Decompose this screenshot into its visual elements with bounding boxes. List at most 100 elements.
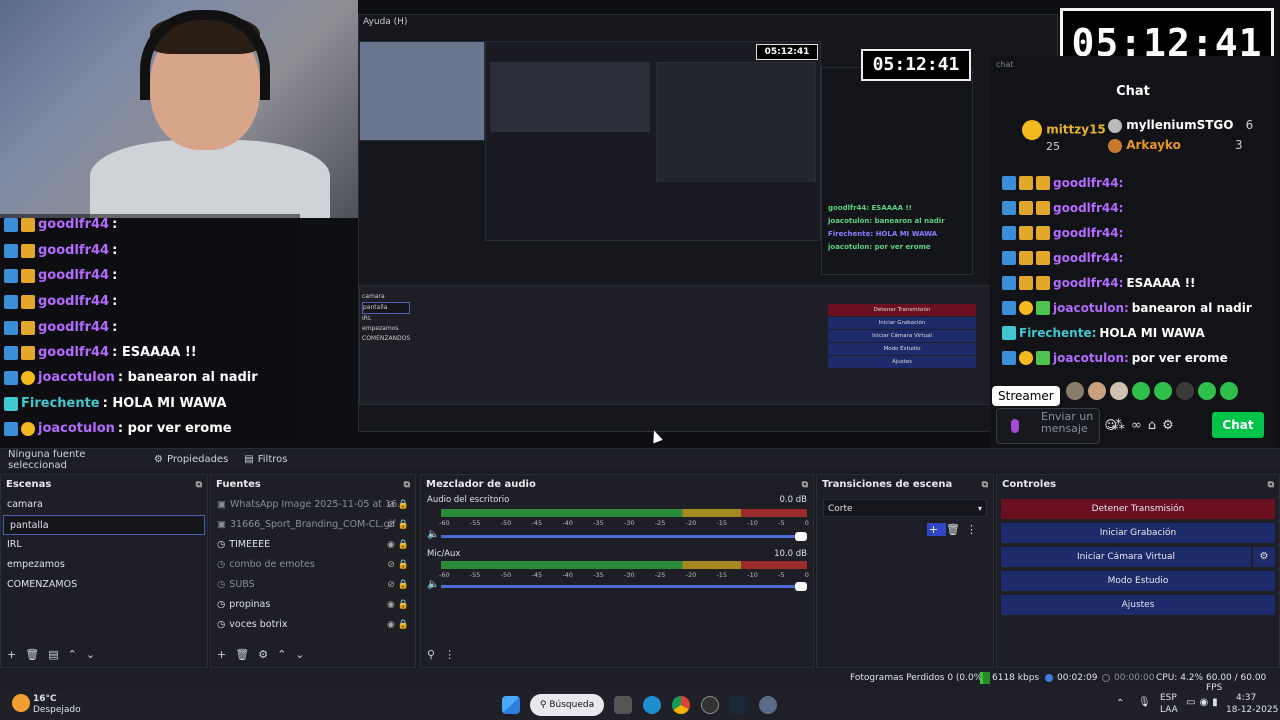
eye-icon: ◉ bbox=[387, 600, 395, 610]
add-icon: + bbox=[7, 648, 26, 661]
transition-actions[interactable]: + 🗑⋮ bbox=[926, 523, 983, 536]
chat-message: goodlfr44: bbox=[1002, 201, 1126, 215]
podium-first: mittzy15 25 bbox=[1022, 120, 1106, 153]
lock-icon: 🔒 bbox=[397, 500, 409, 510]
eye-hidden-icon: ⊘ bbox=[387, 520, 395, 530]
chat-window-label: chat bbox=[996, 60, 1014, 69]
mixer-title: Mezclador de audio ⧉ bbox=[421, 475, 813, 495]
nested-webcam bbox=[359, 41, 485, 141]
scene-item[interactable]: camara bbox=[1, 495, 207, 515]
transition-select[interactable]: Corte ▾ bbox=[823, 499, 987, 517]
filters-button[interactable]: ▤ Filtros bbox=[236, 454, 295, 465]
record-dot-icon bbox=[1102, 674, 1110, 682]
channel-db: 0.0 dB bbox=[779, 495, 807, 505]
nested-window-title: Ayuda (H) bbox=[363, 17, 408, 27]
left-chat-message: goodlfr44: bbox=[4, 294, 117, 309]
eye-hidden-icon: ⊘ bbox=[387, 580, 395, 590]
chat-message: goodlfr44: ESAAAA !! bbox=[1002, 276, 1196, 290]
status-bar: Fotogramas Perdidos 0 (0.0%) 6118 kbps 0… bbox=[0, 668, 1280, 693]
cpu-usage: CPU: 4.2% bbox=[1156, 673, 1204, 683]
source-item[interactable]: ▣ 31666_Sport_Branding_COM-CL.gif ⊘ 🔒 bbox=[211, 515, 415, 535]
properties-button[interactable]: ⚙ Propiedades bbox=[146, 454, 236, 465]
source-item[interactable]: ◷ combo de emotes ⊘ 🔒 bbox=[211, 555, 415, 575]
up-icon: ⌃ bbox=[277, 648, 296, 661]
scene-item[interactable]: empezamos bbox=[1, 555, 207, 575]
nested-screen-capture: Ayuda (H) 05:12:41 Chat goodlfr44: ESAAA… bbox=[358, 14, 1059, 432]
search-icon: ⚲ bbox=[539, 700, 550, 710]
eye-icon: ◉ bbox=[387, 620, 395, 630]
slider-handle[interactable] bbox=[795, 532, 807, 541]
mixer-channel-desktop: Audio del escritorio 0.0 dB -60 -55 -50 -45… bbox=[421, 495, 813, 549]
chrome-icon[interactable] bbox=[672, 696, 690, 714]
edge-icon[interactable] bbox=[643, 696, 661, 714]
lang-layout[interactable]: LAA bbox=[1160, 705, 1178, 715]
left-chat-message: goodlfr44: bbox=[4, 268, 117, 283]
chat-message: goodlfr44: bbox=[1002, 251, 1126, 265]
source-item[interactable]: ◷ propinas ◉ 🔒 bbox=[211, 595, 415, 615]
clock-date: 18-12-2025 bbox=[1226, 705, 1279, 715]
virtual-camera-button[interactable]: Iniciar Cámara Virtual bbox=[1001, 547, 1251, 567]
mic-icon[interactable] bbox=[1011, 419, 1019, 433]
mic-tray-icon[interactable]: 🎙 bbox=[1138, 697, 1151, 708]
slider-handle[interactable] bbox=[795, 582, 807, 591]
gear-icon: ⚙ bbox=[258, 648, 278, 661]
windows-start-icon[interactable] bbox=[502, 696, 520, 714]
scene-item-selected[interactable]: pantalla bbox=[3, 515, 205, 535]
chat-message: joacotulon: por ver erome bbox=[1002, 351, 1228, 365]
scene-item[interactable]: COMENZAMOS bbox=[1, 575, 207, 595]
transitions-title: Transiciones de escena ⧉ bbox=[817, 475, 993, 495]
steam-icon[interactable] bbox=[730, 696, 748, 714]
chat-send-button[interactable]: Chat bbox=[1212, 412, 1264, 438]
tray-chevron-icon[interactable]: ⌃ bbox=[1116, 698, 1124, 709]
chat-message: Firechente: HOLA MI WAWA bbox=[1002, 326, 1205, 340]
volume-slider[interactable] bbox=[441, 532, 807, 541]
source-item[interactable]: ◷ voces botrix ◉ 🔒 bbox=[211, 615, 415, 635]
start-recording-button[interactable]: Iniciar Grabación bbox=[1001, 523, 1275, 543]
weather-icon[interactable] bbox=[12, 694, 30, 712]
source-item[interactable]: ◷ SUBS ⊘ 🔒 bbox=[211, 575, 415, 595]
nested-preview: 05:12:41 bbox=[485, 41, 821, 241]
weather-temp: 16°C bbox=[33, 694, 57, 704]
chat-message: goodlfr44: bbox=[1002, 226, 1126, 240]
gear-icon[interactable]: ⚙ bbox=[1253, 547, 1275, 567]
users-icon: ⁂ bbox=[1112, 418, 1131, 433]
nested-obs-docks: camara pantalla IRL empezamos COMENZANDO… bbox=[359, 285, 1059, 405]
chat-tools[interactable]: ⁂∞⌂⚙ bbox=[1112, 418, 1180, 433]
eye-icon: ◉ bbox=[387, 540, 395, 550]
speaker-icon[interactable]: 🔈 bbox=[427, 579, 439, 590]
left-chat-message: goodlfr44: bbox=[4, 320, 117, 335]
tray-status-icons[interactable]: ▭◉▮ bbox=[1186, 697, 1222, 708]
channel-name: Mic/Aux bbox=[427, 549, 461, 559]
lang-code[interactable]: ESP bbox=[1160, 693, 1177, 703]
stream-time: 00:02:09 bbox=[1057, 673, 1098, 683]
settings-app-icon[interactable] bbox=[759, 696, 777, 714]
studio-mode-button[interactable]: Modo Estudio bbox=[1001, 571, 1275, 591]
settings-button[interactable]: Ajustes bbox=[1001, 595, 1275, 615]
task-view-icon[interactable] bbox=[614, 696, 632, 714]
controls-title: Controles ⧉ bbox=[997, 475, 1279, 495]
audio-mixer-dock: Mezclador de audio ⧉ Audio del escritorio… bbox=[420, 474, 814, 668]
speaker-icon[interactable]: 🔈 bbox=[427, 529, 439, 540]
scenes-footer[interactable]: +🗑▤⌃⌄ bbox=[1, 643, 207, 667]
sources-footer[interactable]: +🗑⚙⌃⌄ bbox=[211, 643, 415, 667]
lock-icon: 🔒 bbox=[397, 620, 409, 630]
nested-chat: Chat goodlfr44: ESAAAA !! joacotulon: ba… bbox=[821, 67, 973, 275]
mixer-footer[interactable]: ⚲⋮ bbox=[421, 643, 813, 667]
sources-title: Fuentes ⧉ bbox=[211, 475, 415, 495]
mixer-channel-mic: Mic/Aux 10.0 dB -60 -55 -50 -45 -40 -35 -30 -25… bbox=[421, 549, 813, 603]
source-item[interactable]: ▣ WhatsApp Image 2025-11-05 at 16. ⊘ 🔒 bbox=[211, 495, 415, 515]
windows-taskbar: 16°C Despejado ⚲ Búsqueda ⌃ 🎙 ESP LAA ▭◉… bbox=[0, 690, 1280, 720]
gear-icon: ⚙ bbox=[1162, 418, 1180, 433]
obs-icon[interactable] bbox=[701, 696, 719, 714]
scene-item[interactable]: IRL bbox=[1, 535, 207, 555]
volume-slider[interactable] bbox=[441, 582, 807, 591]
trash-icon: 🗑 bbox=[946, 523, 966, 536]
source-item[interactable]: ◷ TIMEEEE ◉ 🔒 bbox=[211, 535, 415, 555]
volume-meter bbox=[441, 509, 807, 517]
stream-preview[interactable]: Ayuda (H) 05:12:41 Chat goodlfr44: ESAAA… bbox=[0, 0, 1280, 448]
bitrate: 6118 kbps bbox=[992, 673, 1040, 683]
stop-stream-button[interactable]: Detener Transmisión bbox=[1001, 499, 1275, 519]
down-icon: ⌄ bbox=[85, 648, 105, 661]
taskbar-search[interactable]: ⚲ Búsqueda bbox=[530, 694, 604, 716]
chat-input[interactable]: Enviar un mensaje ☺ bbox=[996, 408, 1117, 444]
